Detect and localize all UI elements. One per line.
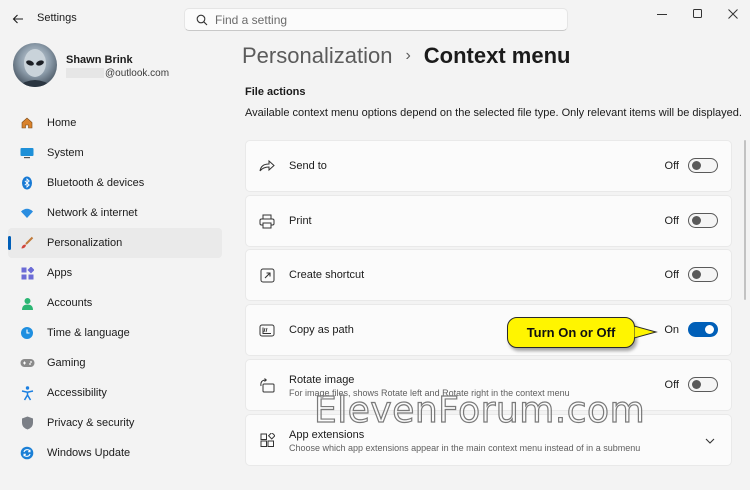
sidebar-item-personalization[interactable]: Personalization [8,228,222,258]
sidebar-item-label: Windows Update [47,447,131,459]
search-input[interactable] [215,12,515,27]
sidebar-item-label: Privacy & security [47,417,135,429]
close-icon [728,9,738,19]
setting-rotate-image: Rotate image For image files, shows Rota… [245,359,732,411]
section-title: File actions [245,86,306,98]
bluetooth-icon [18,174,36,192]
setting-create-shortcut: Create shortcut Off [245,249,732,301]
setting-description: Choose which app extensions appear in th… [289,443,641,453]
shortcut-icon [258,266,276,284]
sidebar-item-label: Bluetooth & devices [47,177,145,189]
callout-arrow-icon [634,325,658,339]
title-bar: Settings [0,0,750,38]
setting-label: Rotate image [289,374,355,386]
sidebar-item-apps[interactable]: Apps [8,258,222,288]
setting-label: Create shortcut [289,269,365,281]
toggle-state-text: On [664,324,679,336]
accessibility-icon [18,384,36,402]
minimize-icon [657,14,667,15]
extensions-icon [258,431,276,449]
sidebar-item-gaming[interactable]: Gaming [8,348,222,378]
user-email: @outlook.com [66,68,169,79]
breadcrumb-separator: › [405,47,411,64]
sidebar-item-label: Personalization [47,237,123,249]
user-name: Shawn Brink [66,54,133,66]
sidebar-item-bluetooth[interactable]: Bluetooth & devices [8,168,222,198]
alien-avatar-icon [17,49,53,87]
active-indicator [8,236,11,250]
share-arrow-icon [258,157,276,175]
printer-icon [258,212,276,230]
maximize-icon [693,9,702,18]
brush-icon [18,234,36,252]
print-toggle[interactable] [688,213,718,228]
sidebar-item-label: Home [47,117,77,129]
breadcrumb-parent[interactable]: Personalization [242,43,392,69]
create-shortcut-toggle[interactable] [688,267,718,282]
setting-send-to: Send to Off [245,140,732,192]
shield-icon [18,414,36,432]
minimize-button[interactable] [647,4,677,24]
sidebar-item-privacy[interactable]: Privacy & security [8,408,222,438]
toggle-state-text: Off [664,379,679,391]
sidebar-item-label: Network & internet [47,207,138,219]
setting-label: Send to [289,160,327,172]
sidebar-item-system[interactable]: System [8,138,222,168]
sidebar-item-home[interactable]: Home [8,108,222,138]
setting-print: Print Off [245,195,732,247]
sidebar-item-accounts[interactable]: Accounts [8,288,222,318]
search-box[interactable] [184,8,568,31]
email-redaction [66,68,104,79]
back-arrow-icon [12,14,23,24]
accounts-icon [18,294,36,312]
setting-label: Print [289,215,312,227]
globe-clock-icon [18,324,36,342]
copy-path-icon [258,321,276,339]
close-button[interactable] [718,4,748,24]
sidebar-item-label: Accounts [47,297,93,309]
section-description: Available context menu options depend on… [245,107,742,119]
rotate-image-toggle[interactable] [688,377,718,392]
setting-label: App extensions [289,429,365,441]
setting-app-extensions[interactable]: App extensions Choose which app extensio… [245,414,732,466]
send-to-toggle[interactable] [688,158,718,173]
system-icon [18,144,36,162]
update-icon [18,444,36,462]
search-icon [191,14,213,26]
scrollbar[interactable] [744,140,746,300]
sidebar-item-label: System [47,147,84,159]
sidebar-item-windows-update[interactable]: Windows Update [8,438,222,468]
setting-description: For image files, shows Rotate left and R… [289,388,570,398]
back-button[interactable] [8,9,28,29]
sidebar-item-accessibility[interactable]: Accessibility [8,378,222,408]
sidebar-item-label: Accessibility [47,387,107,399]
toggle-state-text: Off [664,269,679,281]
copy-as-path-toggle[interactable] [688,322,718,337]
maximize-button[interactable] [683,4,713,24]
sidebar-item-time-language[interactable]: Time & language [8,318,222,348]
sidebar-item-label: Time & language [47,327,130,339]
sidebar-item-label: Gaming [47,357,86,369]
page-title: Context menu [423,43,571,68]
app-title: Settings [37,12,77,24]
apps-icon [18,264,36,282]
chevron-down-icon[interactable] [705,434,715,448]
sidebar-nav: Home System Bluetooth & devices Network … [8,108,222,468]
annotation-callout: Turn On or Off [507,317,635,348]
sidebar-item-network[interactable]: Network & internet [8,198,222,228]
rotate-icon [258,376,276,394]
breadcrumb: Personalization › Context menu [242,43,570,69]
toggle-state-text: Off [664,215,679,227]
setting-label: Copy as path [289,324,354,336]
toggle-state-text: Off [664,160,679,172]
home-icon [18,114,36,132]
avatar[interactable] [13,43,57,87]
gamepad-icon [18,354,36,372]
sidebar-item-label: Apps [47,267,73,279]
wifi-icon [18,204,36,222]
